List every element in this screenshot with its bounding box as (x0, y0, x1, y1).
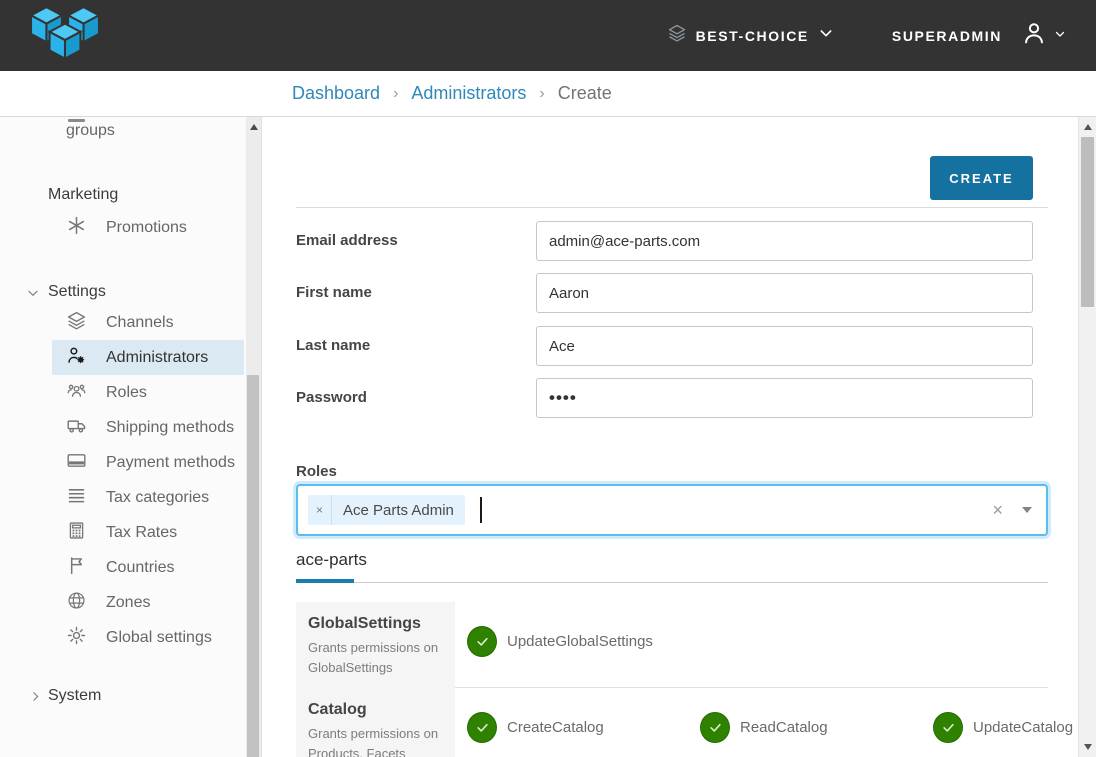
permission-group-description: Grants permissions on Products, Facets (308, 724, 443, 757)
calculator-icon (66, 519, 87, 540)
select-clear-icon[interactable]: × (992, 501, 1003, 519)
permission-toggle[interactable]: UpdateCatalog (933, 712, 1078, 743)
chip-label: Ace Parts Admin (332, 495, 465, 525)
sidebar-item-channels[interactable]: Channels (52, 305, 244, 340)
channel-layers-icon (667, 23, 687, 48)
permissions-table: GlobalSettings Grants permissions on Glo… (296, 602, 1048, 757)
check-circle-icon[interactable] (700, 712, 730, 743)
admin-create-page: BEST-CHOICE SUPERADMIN Dashboard › Admin… (0, 0, 1096, 757)
check-circle-icon[interactable] (467, 712, 497, 743)
sidebar-item-customer-groups[interactable]: groups (0, 120, 246, 144)
sidebar-item-promotions[interactable]: Promotions (52, 210, 244, 245)
sidebar-item-tax-rates[interactable]: Tax Rates (52, 515, 244, 550)
permission-group-name: GlobalSettings (308, 615, 443, 633)
globe-icon (66, 589, 87, 610)
asterisk-icon (66, 214, 87, 235)
tab-ace-parts[interactable]: ace-parts (296, 550, 367, 570)
sidebar-item-countries[interactable]: Countries (52, 550, 244, 585)
sidebar-item-administrators[interactable]: Administrators (52, 340, 244, 375)
channel-label: BEST-CHOICE (696, 28, 809, 44)
tab-rule (296, 582, 1048, 583)
main-scrollbar-thumb[interactable] (1081, 137, 1094, 307)
check-circle-icon[interactable] (933, 712, 963, 743)
scroll-up-arrow-icon[interactable] (1084, 124, 1092, 130)
form-divider (296, 207, 1048, 208)
chevron-down-icon (26, 285, 40, 307)
last-name-label: Last name (296, 337, 370, 354)
credit-card-icon (66, 450, 87, 471)
breadcrumb-separator: › (393, 85, 398, 103)
main-content: CREATE Email address First name Last nam… (262, 117, 1078, 757)
active-tab-underline (296, 579, 354, 583)
sidebar-item-shipping-methods[interactable]: Shipping methods (52, 410, 244, 445)
top-bar: BEST-CHOICE SUPERADMIN (0, 0, 1096, 71)
user-icon (1020, 19, 1048, 52)
permission-toggle[interactable]: CreateCatalog (467, 712, 700, 743)
channel-switcher[interactable]: BEST-CHOICE (667, 23, 834, 48)
text-caret (480, 497, 482, 523)
permission-toggle[interactable]: UpdateGlobalSettings (467, 626, 700, 657)
truck-icon (66, 415, 87, 436)
breadcrumb: Dashboard › Administrators › Create (0, 71, 1096, 117)
create-button[interactable]: CREATE (930, 156, 1033, 200)
users-icon (66, 379, 87, 400)
section-system[interactable]: System (0, 685, 246, 707)
permission-group-description: Grants permissions on GlobalSettings (308, 638, 443, 678)
select-dropdown-arrow-icon[interactable] (1022, 507, 1032, 513)
permission-toggle[interactable]: ReadCatalog (700, 712, 933, 743)
sidebar-item-zones[interactable]: Zones (52, 585, 244, 620)
email-field[interactable] (536, 221, 1033, 261)
list-icon (66, 484, 87, 505)
user-chevron-down-icon (1054, 27, 1066, 45)
email-label: Email address (296, 232, 398, 249)
sidebar-nav: groups Marketing Promotions (0, 117, 262, 757)
sidebar-item-tax-categories[interactable]: Tax categories (52, 480, 244, 515)
sidebar-item-payment-methods[interactable]: Payment methods (52, 445, 244, 480)
user-menu-button[interactable] (1020, 19, 1066, 52)
breadcrumb-administrators[interactable]: Administrators (411, 83, 526, 104)
section-marketing[interactable]: Marketing (0, 184, 246, 206)
vendure-logo-icon (30, 6, 100, 68)
scroll-down-arrow-icon[interactable] (1084, 744, 1092, 750)
main-scrollbar[interactable] (1078, 117, 1096, 757)
cog-icon (66, 624, 87, 645)
scroll-up-arrow-icon[interactable] (250, 124, 258, 130)
check-circle-icon[interactable] (467, 626, 497, 657)
first-name-field[interactable] (536, 273, 1033, 313)
user-name-label: SUPERADMIN (892, 28, 1002, 44)
sidebar-scrollbar[interactable] (246, 117, 262, 757)
breadcrumb-separator: › (539, 85, 544, 103)
roles-label: Roles (296, 463, 337, 480)
first-name-label: First name (296, 284, 372, 301)
table-row: Catalog Grants permissions on Products, … (296, 687, 1048, 757)
password-field[interactable] (536, 378, 1033, 418)
password-label: Password (296, 389, 367, 406)
sidebar-item-global-settings[interactable]: Global settings (52, 620, 244, 655)
role-chip: × Ace Parts Admin (308, 495, 465, 525)
last-name-field[interactable] (536, 326, 1033, 366)
body-area: groups Marketing Promotions (0, 117, 1096, 757)
chip-remove-icon[interactable]: × (308, 495, 332, 525)
channel-chevron-down-icon (818, 25, 834, 46)
breadcrumb-current: Create (558, 83, 612, 104)
roles-select[interactable]: × Ace Parts Admin × (296, 484, 1048, 536)
section-settings[interactable]: Settings (0, 281, 246, 303)
flag-icon (66, 554, 87, 575)
chevron-right-icon (29, 688, 42, 710)
table-row: GlobalSettings Grants permissions on Glo… (296, 602, 1048, 687)
layers-icon (66, 309, 87, 330)
breadcrumb-dashboard[interactable]: Dashboard (292, 83, 380, 104)
sidebar-item-roles[interactable]: Roles (52, 375, 244, 410)
sidebar-scrollbar-thumb[interactable] (247, 375, 259, 757)
permission-group-name: Catalog (308, 701, 443, 719)
user-gear-icon (66, 344, 87, 365)
